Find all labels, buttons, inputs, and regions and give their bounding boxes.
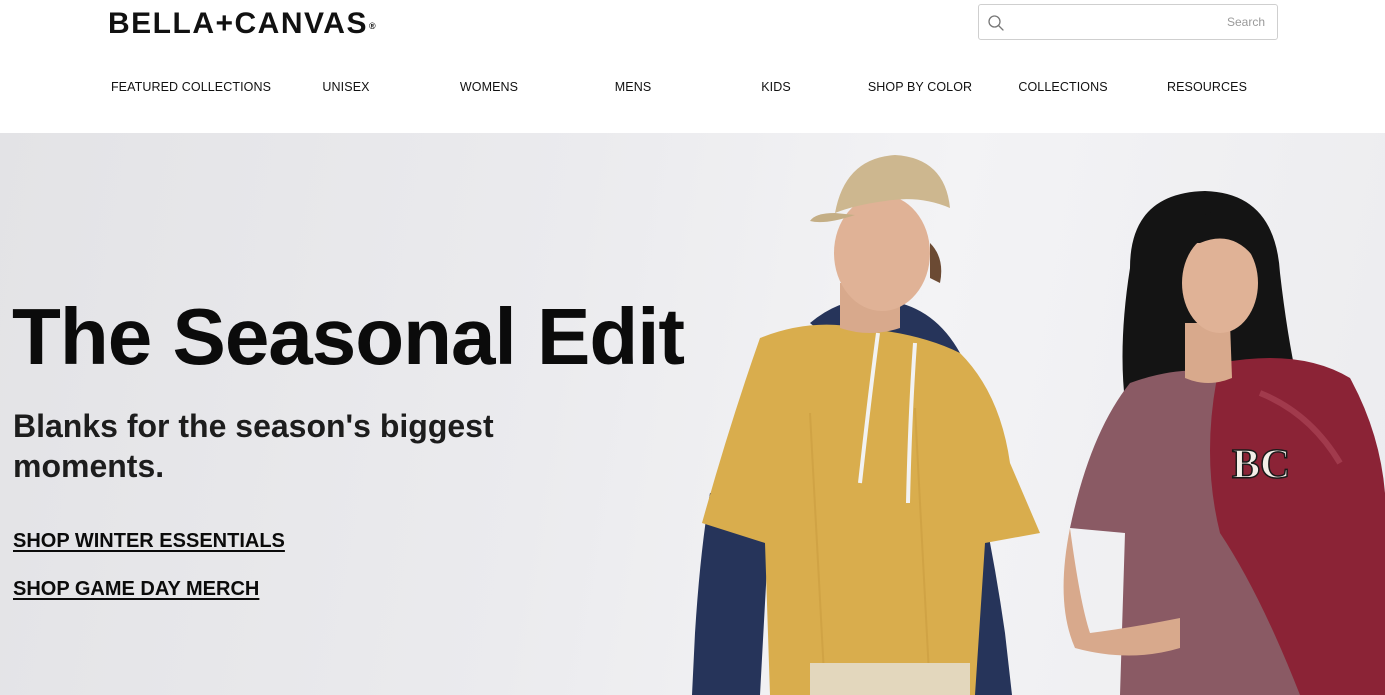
male-model	[692, 155, 1040, 695]
nav-item-shop-by-color[interactable]: SHOP BY COLOR	[868, 80, 972, 94]
search-icon[interactable]	[987, 14, 1005, 32]
nav-item-collections[interactable]: COLLECTIONS	[1018, 80, 1107, 94]
hero-subtitle: Blanks for the season's biggest moments.	[13, 408, 494, 484]
nav-item-kids[interactable]: KIDS	[761, 80, 791, 94]
brand-logo-text: BELLA+CANVAS	[108, 7, 368, 40]
shop-game-day-merch-link[interactable]: SHOP GAME DAY MERCH	[13, 578, 259, 601]
main-nav: FEATURED COLLECTIONS UNISEX WOMENS MENS …	[0, 80, 1385, 98]
jacket-letters: BC	[1232, 442, 1290, 488]
hero-models-image: BC	[692, 155, 1385, 695]
registered-mark: ®	[368, 21, 378, 31]
female-model: BC	[1063, 191, 1385, 695]
nav-item-unisex[interactable]: UNISEX	[322, 80, 369, 94]
brand-logo[interactable]: BELLA+CANVAS®	[108, 7, 377, 41]
search-input[interactable]	[1013, 5, 1275, 39]
nav-item-resources[interactable]: RESOURCES	[1167, 80, 1247, 94]
hero-title: The Seasonal Edit	[12, 292, 685, 381]
nav-item-featured-collections[interactable]: FEATURED COLLECTIONS	[111, 80, 271, 94]
search-box[interactable]	[978, 4, 1278, 40]
shop-winter-essentials-link[interactable]: SHOP WINTER ESSENTIALS	[13, 530, 285, 553]
nav-item-mens[interactable]: MENS	[615, 80, 652, 94]
hero-banner: The Seasonal Edit Blanks for the season'…	[0, 133, 1385, 695]
nav-item-womens[interactable]: WOMENS	[460, 80, 518, 94]
site-header: BELLA+CANVAS® FEATURED COLLECTIONS UNISE…	[0, 0, 1385, 133]
